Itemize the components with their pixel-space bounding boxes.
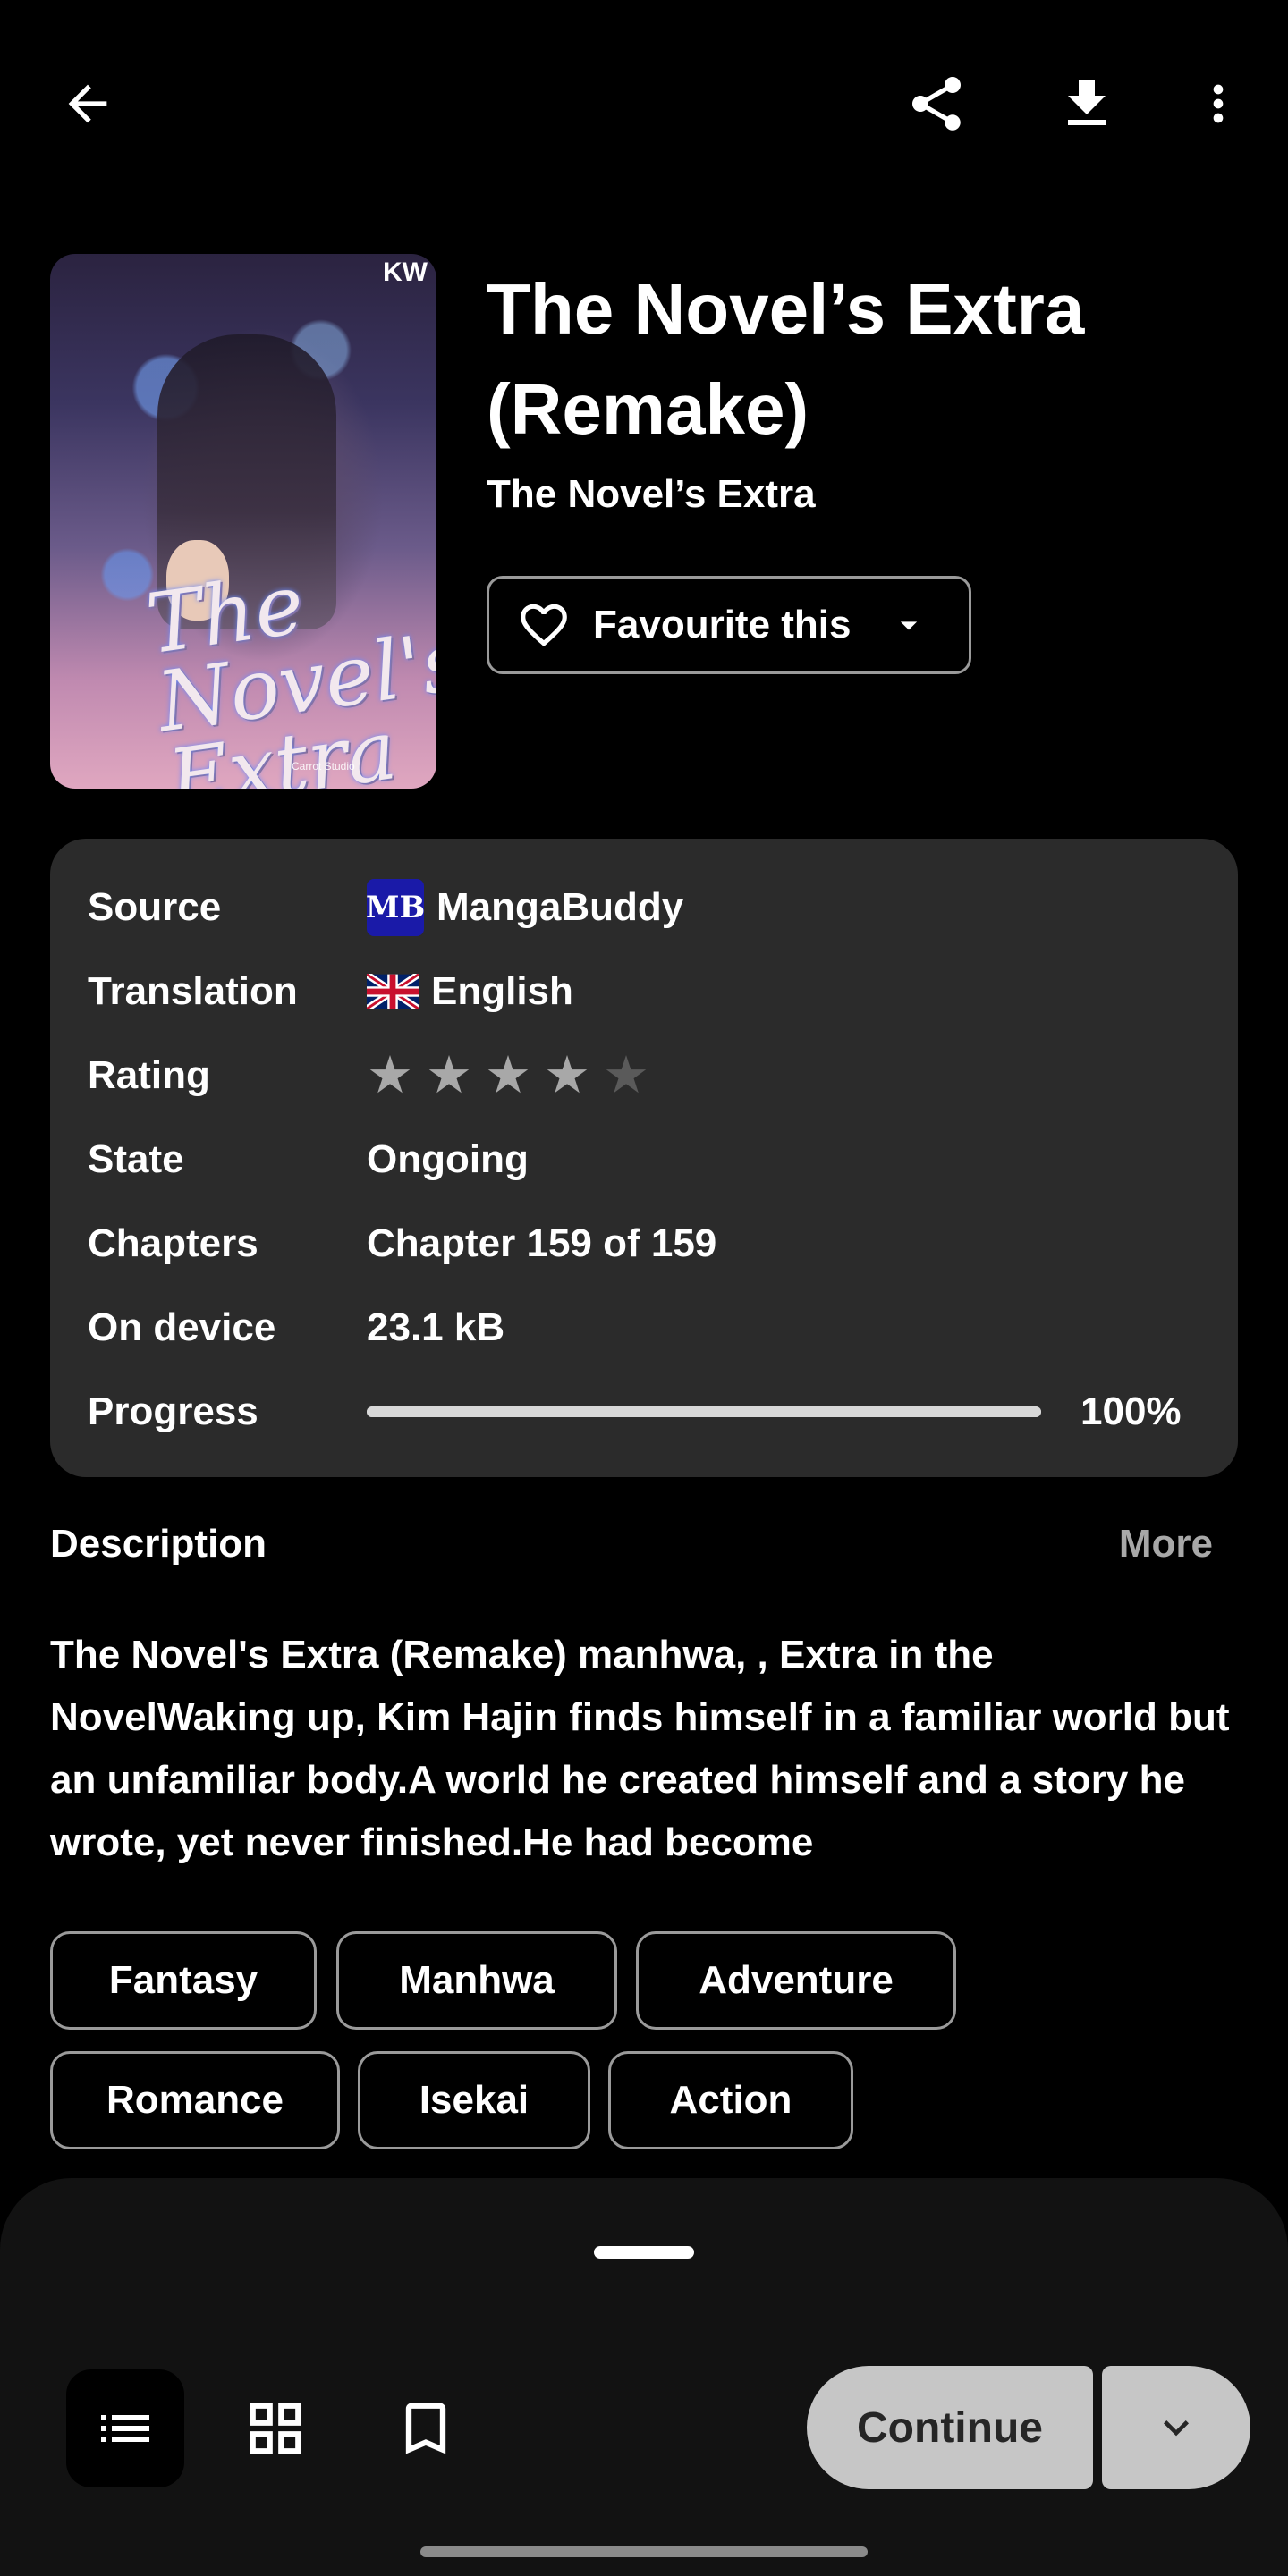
grid-view-icon bbox=[250, 2403, 301, 2454]
info-row-translation: Translation English bbox=[88, 965, 573, 1018]
download-button[interactable] bbox=[1044, 61, 1130, 147]
description-text: The Novel's Extra (Remake) manhwa, , Ext… bbox=[50, 1633, 1230, 1864]
star-filled-icon: ★ bbox=[485, 1046, 531, 1104]
info-key: Translation bbox=[88, 969, 298, 1013]
info-row-rating: Rating ★ ★ ★ ★ ★ bbox=[88, 1049, 649, 1102]
star-filled-icon: ★ bbox=[544, 1046, 590, 1104]
continue-options-button[interactable] bbox=[1102, 2366, 1250, 2489]
list-view-icon bbox=[101, 2415, 149, 2442]
rating-stars: ★ ★ ★ ★ ★ bbox=[367, 1050, 649, 1102]
chapters-bottom-sheet bbox=[0, 2178, 1288, 2576]
bookmarks-button[interactable] bbox=[367, 2369, 485, 2487]
description-header: Description bbox=[50, 1522, 267, 1566]
sheet-drag-handle[interactable] bbox=[594, 2246, 694, 2259]
info-key: On device bbox=[88, 1305, 276, 1349]
more-vertical-icon bbox=[1213, 84, 1224, 123]
info-row-chapters: Chapters Chapter 159 of 159 bbox=[88, 1217, 716, 1271]
page-title: The Novel’s Extra (Remake) bbox=[487, 269, 1085, 449]
info-key: Progress bbox=[88, 1389, 258, 1433]
page-subtitle: The Novel’s Extra bbox=[487, 472, 816, 516]
progress-value: 100% bbox=[1080, 1389, 1182, 1433]
chevron-down-icon bbox=[1164, 2420, 1189, 2437]
star-filled-icon: ★ bbox=[426, 1046, 472, 1104]
progress-bar-fill bbox=[367, 1406, 1041, 1417]
bookmark-icon bbox=[405, 2403, 446, 2454]
more-button[interactable]: More bbox=[1119, 1522, 1213, 1567]
favourite-label: Favourite this bbox=[593, 603, 852, 646]
cover-image[interactable]: KW The Novel's Extra Carrot Studio bbox=[50, 254, 436, 789]
share-button[interactable] bbox=[894, 61, 979, 147]
info-key: Chapters bbox=[88, 1221, 258, 1265]
on-device-value: 23.1 kB bbox=[367, 1305, 505, 1349]
info-row-on-device: On device 23.1 kB bbox=[88, 1301, 504, 1355]
tag-chip[interactable]: Romance bbox=[50, 2051, 340, 2149]
info-key: Rating bbox=[88, 1053, 210, 1097]
more-menu-button[interactable] bbox=[1175, 61, 1261, 147]
tag-chip[interactable]: Manhwa bbox=[336, 1931, 617, 2030]
list-view-button[interactable] bbox=[66, 2369, 184, 2487]
info-row-progress: Progress 100% bbox=[88, 1385, 1182, 1439]
cover-logo-text: The Novel's Extra bbox=[140, 555, 436, 789]
caret-down-icon bbox=[900, 621, 917, 630]
info-key: State bbox=[88, 1137, 184, 1181]
tag-chip[interactable]: Adventure bbox=[636, 1931, 956, 2030]
star-filled-icon: ★ bbox=[367, 1046, 413, 1104]
uk-flag-icon bbox=[367, 974, 419, 1009]
source-value: MangaBuddy bbox=[436, 885, 684, 929]
download-icon bbox=[1068, 80, 1106, 125]
cover-credit: Carrot Studio bbox=[292, 760, 355, 773]
tag-chip[interactable]: Action bbox=[608, 2051, 853, 2149]
tag-chip[interactable]: Fantasy bbox=[50, 1931, 317, 2030]
info-key: Source bbox=[88, 885, 222, 929]
back-button[interactable] bbox=[45, 61, 131, 147]
info-card: Source MB MangaBuddy Translation English… bbox=[50, 839, 1238, 1477]
continue-button[interactable]: Continue bbox=[807, 2366, 1093, 2489]
home-indicator[interactable] bbox=[420, 2546, 868, 2557]
info-row-source: Source MB MangaBuddy bbox=[88, 879, 684, 936]
arrow-left-icon bbox=[68, 84, 107, 123]
cover-brand-logo: KW bbox=[383, 258, 428, 287]
grid-view-button[interactable] bbox=[216, 2369, 335, 2487]
heart-outline-icon bbox=[521, 604, 567, 647]
state-value: Ongoing bbox=[367, 1137, 529, 1181]
mangabuddy-logo-icon: MB bbox=[366, 879, 425, 936]
translation-value: English bbox=[431, 969, 573, 1013]
source-link[interactable]: MB MangaBuddy bbox=[366, 879, 684, 936]
chapters-value: Chapter 159 of 159 bbox=[367, 1221, 717, 1265]
tag-chip[interactable]: Isekai bbox=[358, 2051, 590, 2149]
share-icon bbox=[912, 77, 961, 131]
favourite-button[interactable]: Favourite this bbox=[487, 576, 971, 674]
star-empty-icon: ★ bbox=[603, 1046, 649, 1104]
info-row-state: State Ongoing bbox=[88, 1133, 529, 1187]
progress-bar bbox=[367, 1406, 1041, 1417]
